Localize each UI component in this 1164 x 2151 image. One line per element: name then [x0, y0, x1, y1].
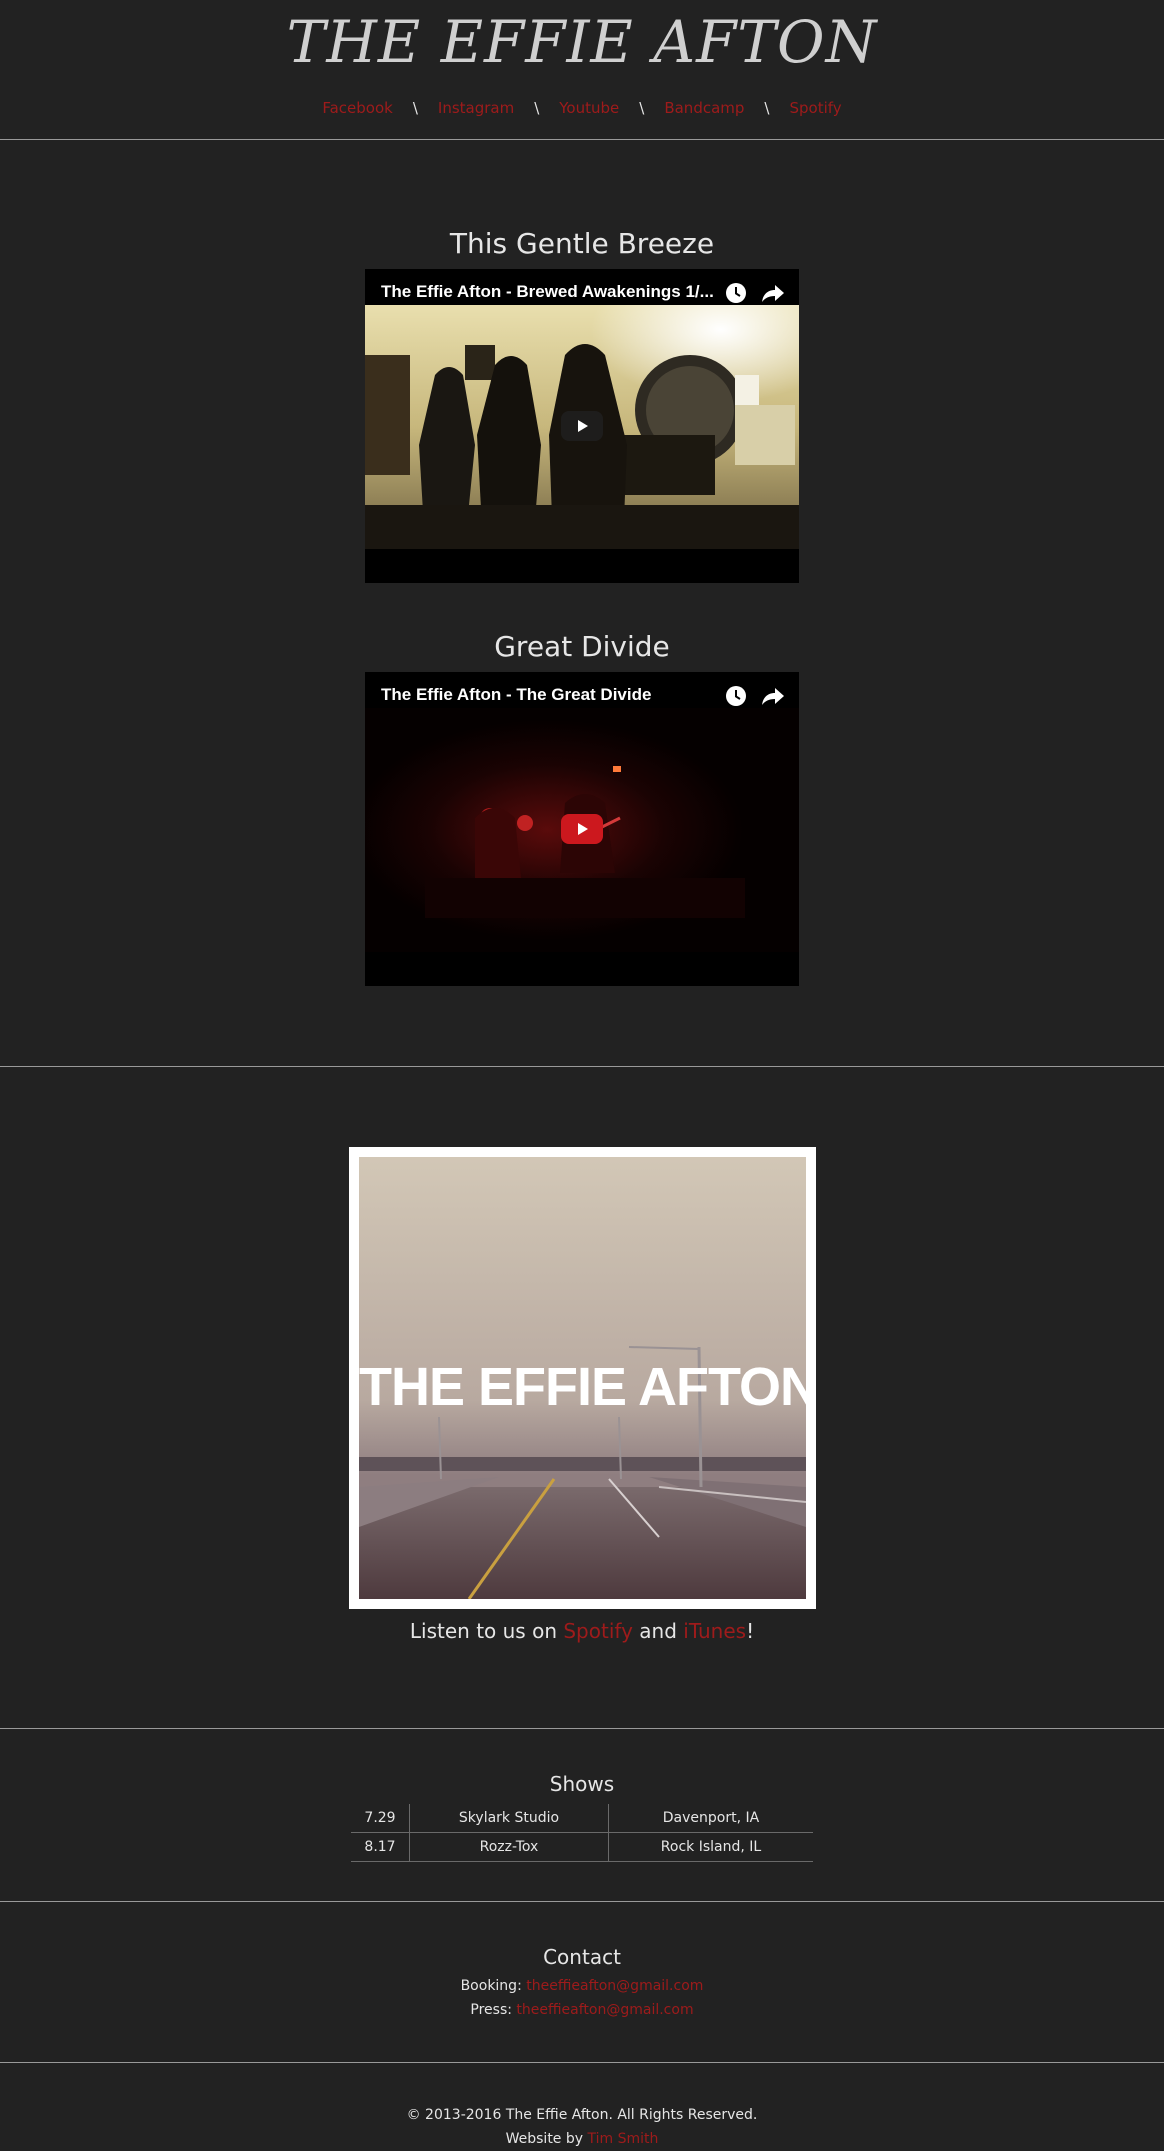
- credit-link[interactable]: Tim Smith: [588, 2131, 659, 2147]
- site-title: THE EFFIE AFTON: [286, 8, 878, 76]
- nav-separator: \: [764, 99, 770, 117]
- show-venue: Rozz-Tox: [409, 1832, 609, 1862]
- play-icon: [578, 823, 588, 835]
- video-heading-this-gentle-breeze: This Gentle Breeze: [449, 227, 715, 260]
- copyright-text: © 2013-2016 The Effie Afton. All Rights …: [406, 2107, 758, 2123]
- show-city: Rock Island, IL: [608, 1832, 813, 1862]
- credit-line: Website by Tim Smith: [0, 2129, 1164, 2149]
- contact-heading: Contact: [543, 1945, 621, 1969]
- play-button[interactable]: [561, 411, 603, 441]
- show-date: 8.17: [351, 1832, 410, 1862]
- play-icon: [578, 420, 588, 432]
- show-venue: Skylark Studio: [409, 1804, 609, 1833]
- site-header: THE EFFIE AFTON Facebook \ Instagram \ Youtu…: [0, 0, 1164, 140]
- watch-later-icon[interactable]: [725, 282, 747, 304]
- shows-heading: Shows: [549, 1772, 615, 1796]
- listen-middle: and: [632, 1619, 684, 1643]
- nav-separator: \: [534, 99, 540, 117]
- table-row: 8.17 Rozz-Tox Rock Island, IL: [351, 1832, 813, 1862]
- nav-link-instagram[interactable]: Instagram: [438, 99, 514, 117]
- divider: [0, 1901, 1164, 1902]
- press-email-link[interactable]: theeffieafton@gmail.com: [516, 2002, 693, 2018]
- nav-separator: \: [412, 99, 418, 117]
- divider: [0, 1066, 1164, 1067]
- social-nav: Facebook \ Instagram \ Youtube \ Bandcamp \ Spot…: [0, 98, 1164, 118]
- video-player-2[interactable]: The Effie Afton - The Great Divide: [365, 672, 799, 986]
- video-topbar: The Effie Afton - Brewed Awakenings 1/..…: [365, 269, 799, 315]
- nav-link-youtube[interactable]: Youtube: [559, 99, 619, 117]
- video-topbar: The Effie Afton - The Great Divide: [365, 672, 799, 718]
- watch-later-icon[interactable]: [725, 685, 747, 707]
- share-icon[interactable]: [761, 685, 785, 707]
- show-date: 7.29: [351, 1804, 410, 1833]
- press-label: Press:: [470, 2002, 517, 2018]
- listen-prefix: Listen to us on: [409, 1619, 564, 1643]
- nav-link-bandcamp[interactable]: Bandcamp: [664, 99, 744, 117]
- video-title[interactable]: The Effie Afton - Brewed Awakenings 1/..…: [381, 281, 721, 303]
- video-player-1[interactable]: The Effie Afton - Brewed Awakenings 1/..…: [365, 269, 799, 583]
- nav-link-facebook[interactable]: Facebook: [322, 99, 392, 117]
- divider: [0, 1728, 1164, 1729]
- play-button[interactable]: [561, 814, 603, 844]
- credit-label: Website by: [505, 2131, 588, 2147]
- spotify-link[interactable]: Spotify: [563, 1619, 633, 1643]
- listen-suffix: !: [746, 1619, 755, 1643]
- nav-separator: \: [639, 99, 645, 117]
- album-cover-title: THE EFFIE AFTON: [359, 1357, 806, 1417]
- booking-line: Booking: theeffieafton@gmail.com: [0, 1976, 1164, 1996]
- album-cover-frame[interactable]: THE EFFIE AFTON: [349, 1147, 816, 1609]
- divider: [0, 2062, 1164, 2063]
- video-heading-great-divide: Great Divide: [494, 630, 670, 663]
- listen-links: Listen to us on Spotify and iTunes!: [0, 1618, 1164, 1644]
- table-row: 7.29 Skylark Studio Davenport, IA: [351, 1804, 813, 1833]
- booking-label: Booking:: [460, 1978, 527, 1994]
- press-line: Press: theeffieafton@gmail.com: [0, 2000, 1164, 2020]
- share-icon[interactable]: [761, 282, 785, 304]
- divider: [0, 139, 1164, 140]
- itunes-link[interactable]: iTunes: [683, 1619, 746, 1643]
- booking-email-link[interactable]: theeffieafton@gmail.com: [526, 1978, 703, 1994]
- show-city: Davenport, IA: [608, 1804, 813, 1833]
- album-cover-art: THE EFFIE AFTON: [359, 1157, 806, 1599]
- shows-table: 7.29 Skylark Studio Davenport, IA 8.17 R…: [351, 1804, 813, 1862]
- nav-link-spotify[interactable]: Spotify: [789, 99, 841, 117]
- video-title[interactable]: The Effie Afton - The Great Divide: [381, 684, 721, 706]
